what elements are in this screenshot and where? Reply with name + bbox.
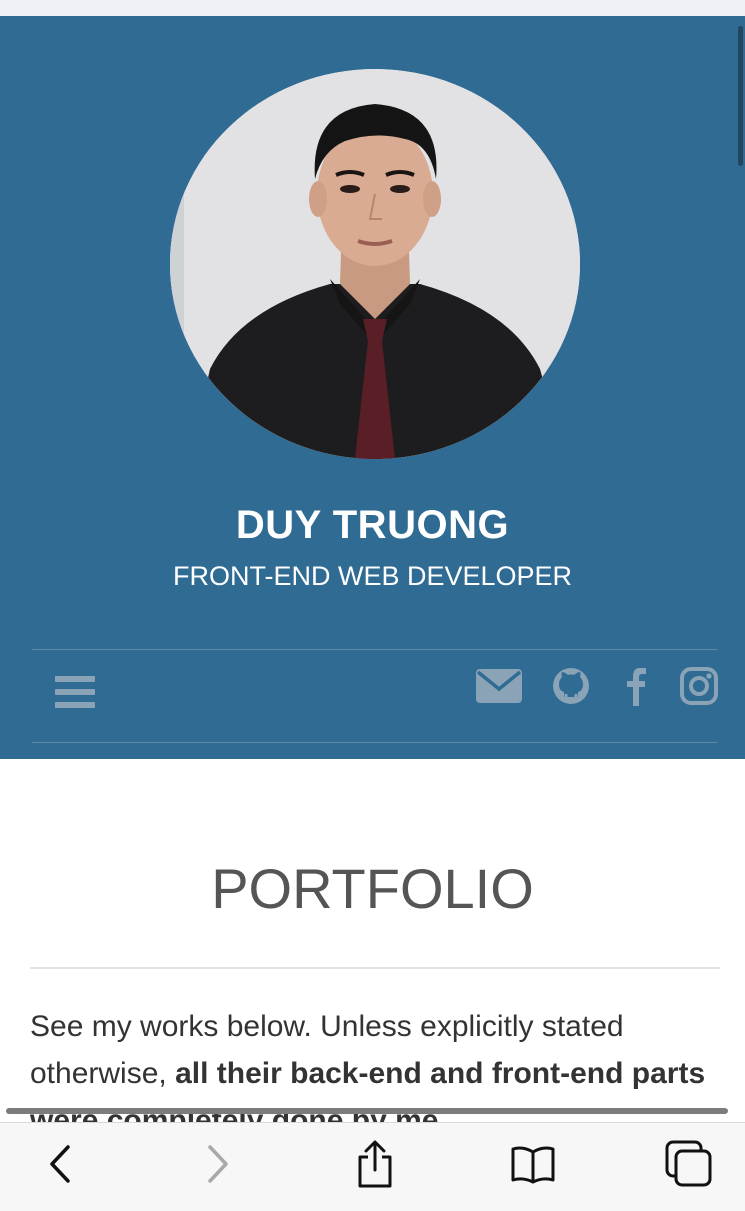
browser-top-strip — [0, 0, 745, 16]
tabs-icon — [665, 1140, 712, 1187]
email-link[interactable] — [476, 664, 522, 708]
profile-name: DUY TRUONG — [235, 503, 510, 547]
bookmarks-button[interactable] — [508, 1139, 558, 1189]
github-link[interactable] — [551, 664, 591, 708]
nav-divider-bottom — [32, 742, 718, 743]
instagram-icon — [680, 667, 718, 705]
tabs-button[interactable] — [664, 1139, 714, 1189]
share-icon — [358, 1140, 392, 1188]
portfolio-divider — [30, 967, 720, 969]
hamburger-menu-button[interactable] — [55, 676, 95, 712]
share-button[interactable] — [350, 1139, 400, 1189]
forward-button[interactable] — [192, 1139, 242, 1189]
profile-photo — [170, 69, 580, 459]
bookmarks-icon — [511, 1146, 555, 1184]
instagram-link[interactable] — [679, 664, 719, 708]
facebook-icon — [627, 668, 646, 706]
scrollbar-thumb[interactable] — [738, 26, 743, 166]
hamburger-icon-line — [55, 702, 95, 708]
portfolio-heading: PORTFOLIO — [211, 857, 534, 920]
back-icon — [50, 1145, 70, 1183]
profile-header: DUY TRUONG FRONT-END WEB DEVELOPER — [0, 16, 745, 759]
github-icon — [553, 668, 589, 704]
facebook-link[interactable] — [621, 664, 651, 708]
hamburger-icon-line — [55, 689, 95, 695]
profile-title: FRONT-END WEB DEVELOPER — [172, 561, 573, 591]
email-icon — [476, 669, 522, 703]
back-button[interactable] — [36, 1139, 86, 1189]
scroll-indicator — [6, 1108, 728, 1114]
hamburger-icon — [55, 676, 95, 682]
nav-divider-top — [32, 649, 718, 650]
forward-icon — [208, 1145, 228, 1183]
browser-toolbar — [0, 1122, 745, 1211]
